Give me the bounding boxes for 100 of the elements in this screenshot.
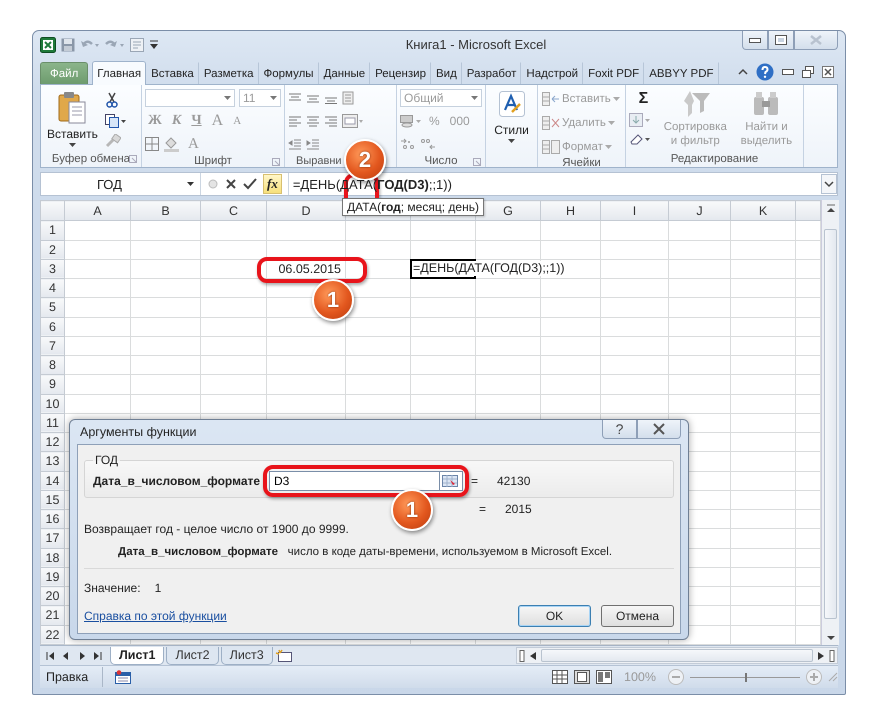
- row-header[interactable]: 21: [40, 606, 64, 626]
- row-header[interactable]: 2: [40, 240, 64, 260]
- sheet-tab[interactable]: Лист2: [166, 646, 219, 664]
- maximize-button[interactable]: [768, 31, 794, 50]
- row-header[interactable]: 1: [40, 220, 64, 240]
- row-header[interactable]: 5: [40, 298, 64, 318]
- paste-button[interactable]: Вставить: [44, 88, 101, 151]
- column-header[interactable]: D: [266, 200, 346, 221]
- row-header[interactable]: 7: [40, 336, 64, 356]
- record-macro-icon[interactable]: [115, 670, 132, 684]
- argument-description: Дата_в_числовом_формате число в коде даты-времени, используемом в Microsoft Excel.: [118, 546, 612, 558]
- row-header[interactable]: 22: [40, 625, 64, 644]
- column-header[interactable]: C: [200, 200, 266, 221]
- split-handle-icon[interactable]: [519, 650, 525, 662]
- horizontal-scrollbar[interactable]: [516, 647, 838, 664]
- row-header[interactable]: 4: [40, 278, 64, 298]
- group-title: ГОД: [94, 453, 120, 467]
- row-header[interactable]: 16: [40, 510, 64, 529]
- group-label: Шрифт: [194, 154, 232, 166]
- restore-icon[interactable]: [802, 66, 814, 78]
- page-break-icon[interactable]: [596, 670, 612, 684]
- argument-field[interactable]: D3: [269, 471, 439, 491]
- caret-icon: [604, 144, 612, 148]
- row-header[interactable]: 20: [40, 586, 64, 606]
- expand-formula-icon[interactable]: [821, 174, 837, 194]
- column-header[interactable]: I: [600, 200, 668, 221]
- styles-button[interactable]: Стили: [489, 88, 534, 146]
- column-header[interactable]: H: [540, 200, 600, 221]
- row-header[interactable]: 18: [40, 548, 64, 568]
- row-header[interactable]: 10: [40, 394, 64, 414]
- window-title: Книга1 - Microsoft Excel: [404, 37, 548, 52]
- table-cell: 06.05.2015: [266, 259, 346, 279]
- new-sheet-icon[interactable]: [274, 648, 293, 662]
- row-header[interactable]: 6: [40, 317, 64, 336]
- arrow-left-icon[interactable]: [528, 650, 538, 660]
- group-label: Число: [424, 154, 458, 166]
- column-header[interactable]: B: [130, 200, 200, 221]
- column-header[interactable]: J: [668, 200, 730, 221]
- help-button[interactable]: ?: [602, 420, 637, 439]
- row-header[interactable]: 13: [40, 452, 64, 472]
- row-header[interactable]: 8: [40, 356, 64, 375]
- function-tooltip: ДАТА(год; месяц; день): [342, 198, 484, 216]
- row-header[interactable]: 17: [40, 528, 64, 548]
- maximize-icon: [775, 35, 787, 45]
- minimize-button[interactable]: [742, 31, 768, 50]
- close-button[interactable]: [637, 420, 681, 439]
- caret-icon: [68, 143, 76, 147]
- resize-grip-icon[interactable]: [828, 672, 838, 682]
- split-handle-icon[interactable]: [829, 650, 835, 662]
- group-label: Ячейки: [562, 157, 601, 169]
- save-icon[interactable]: [61, 38, 75, 52]
- scroll-thumb[interactable]: [541, 649, 813, 662]
- page-layout-icon[interactable]: [574, 670, 590, 684]
- cancel-button[interactable]: Отмена: [601, 605, 674, 627]
- collapse-icon: [442, 475, 458, 487]
- minimize-icon[interactable]: [782, 69, 794, 75]
- row-header[interactable]: 12: [40, 432, 64, 452]
- form-icon[interactable]: [130, 38, 144, 52]
- row-header[interactable]: 9: [40, 374, 64, 394]
- formula-result: 2015: [505, 502, 532, 516]
- sheet-tab[interactable]: Лист1: [110, 646, 164, 664]
- excel-logo-icon[interactable]: [40, 36, 56, 52]
- equals-sign: =: [479, 502, 488, 516]
- help-link[interactable]: Справка по этой функции: [84, 609, 227, 623]
- customize-caret-icon[interactable]: [149, 38, 159, 50]
- column-header[interactable]: K: [730, 200, 796, 221]
- clipboard-icon: [57, 91, 88, 125]
- caret-icon: [471, 96, 478, 100]
- row-header[interactable]: 19: [40, 567, 64, 587]
- ok-button[interactable]: OK: [518, 605, 591, 627]
- collapse-ribbon-icon[interactable]: [738, 68, 748, 76]
- row-header[interactable]: 3: [40, 259, 64, 279]
- brush-icon[interactable]: [104, 134, 121, 148]
- caret-icon: [224, 96, 231, 100]
- group-label: Буфер обмена: [52, 153, 130, 165]
- sheet-tab[interactable]: Лист3: [220, 646, 273, 664]
- vertical-scrollbar[interactable]: [821, 200, 839, 645]
- caret-icon: [612, 96, 620, 100]
- argument-label: Дата_в_числовом_формате: [93, 474, 262, 488]
- row-header[interactable]: 14: [40, 471, 64, 490]
- group-label: Выравни: [296, 154, 342, 166]
- cancel-icon[interactable]: [225, 178, 237, 190]
- arrow-right-icon[interactable]: [816, 650, 826, 660]
- scroll-thumb[interactable]: [824, 228, 837, 618]
- scissors-icon[interactable]: [104, 92, 119, 108]
- copy-icon[interactable]: [104, 114, 127, 128]
- normal-view-icon[interactable]: [552, 670, 568, 684]
- row-header[interactable]: 15: [40, 490, 64, 510]
- column-header[interactable]: A: [64, 200, 130, 221]
- help-icon[interactable]: [756, 63, 774, 81]
- insert-function-button[interactable]: fx: [263, 174, 282, 194]
- cells-icon: [542, 116, 560, 130]
- collapse-dialog-button[interactable]: [439, 471, 463, 491]
- enter-icon[interactable]: [243, 178, 257, 190]
- ribbon-tab[interactable]: Главная: [92, 61, 146, 85]
- close-icon[interactable]: [822, 66, 834, 78]
- argument-result: 42130: [497, 474, 530, 488]
- name-box[interactable]: ГОД: [41, 173, 201, 195]
- close-icon: [652, 423, 666, 435]
- row-header[interactable]: 11: [40, 413, 64, 433]
